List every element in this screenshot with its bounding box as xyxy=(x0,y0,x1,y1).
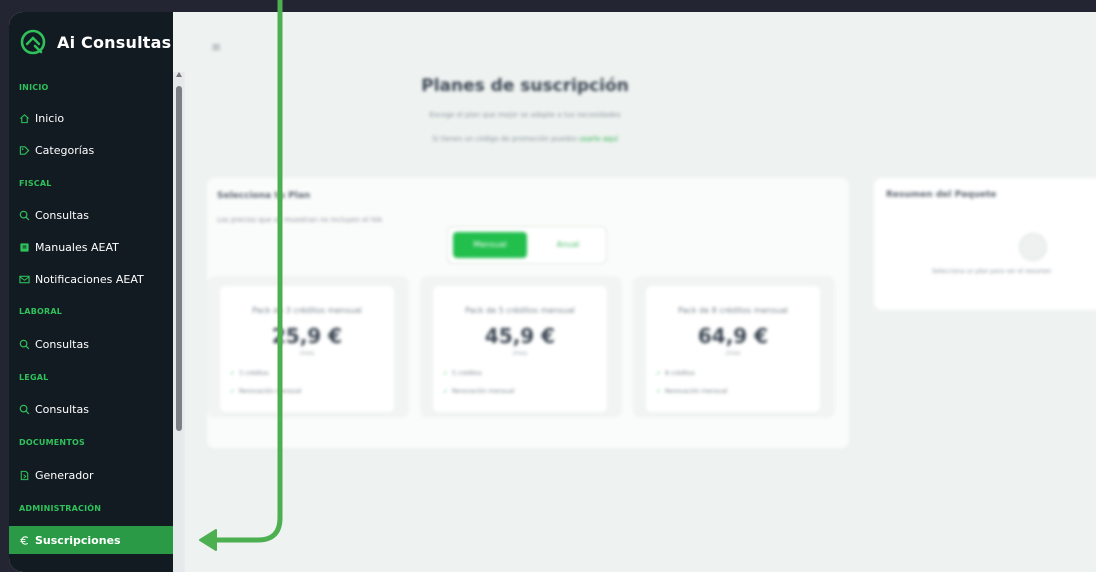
sidebar-item-legal-consultas[interactable]: Consultas xyxy=(19,400,89,418)
check-icon: ✓ xyxy=(656,370,662,377)
section-documentos: DOCUMENTOS xyxy=(19,438,85,447)
sidebar-item-label: Notificaciones AEAT xyxy=(35,272,144,286)
search-icon xyxy=(19,210,30,220)
billing-toggle: Mensual Anual xyxy=(447,226,607,264)
plan-period: /mes xyxy=(512,350,528,357)
app-window: Ai Consultas INICIO Inicio Categorías FI… xyxy=(9,12,1096,572)
sidebar-item-notificaciones-aeat[interactable]: Notificaciones AEAT xyxy=(19,270,144,288)
plan-card[interactable]: Pack de 3 créditos mensual 25,9 € /mes ✓… xyxy=(220,286,394,412)
sidebar-item-label: Consultas xyxy=(35,402,89,416)
check-icon: ✓ xyxy=(656,388,662,395)
app-name: Ai Consultas xyxy=(57,32,172,52)
plan-feature: ✓ Renovación mensual xyxy=(443,388,514,395)
book-icon xyxy=(20,242,29,252)
plan-period: /mes xyxy=(725,350,741,357)
euro-icon xyxy=(20,535,29,545)
plan-name: Pack de 8 créditos mensual xyxy=(678,306,788,315)
sidebar-item-manuales-aeat[interactable]: Manuales AEAT xyxy=(19,238,119,256)
section-administracion: ADMINISTRACIÓN xyxy=(19,504,102,513)
plan-period: /mes xyxy=(299,350,315,357)
sidebar-item-suscripciones[interactable]: Suscripciones xyxy=(9,526,173,554)
package-summary-card: Resumen del Paquete Selecciona un plan p… xyxy=(874,178,1096,310)
plan-feature: ✓ 5 créditos xyxy=(443,370,482,377)
sidebar-item-laboral-consultas[interactable]: Consultas xyxy=(19,335,89,353)
plan-feature: ✓ Renovación mensual xyxy=(230,388,301,395)
plan-feature-label: Renovación mensual xyxy=(452,388,515,395)
plan-feature: ✓ 3 créditos xyxy=(230,370,269,377)
sidebar-item-label: Categorías xyxy=(35,143,95,157)
page-title: Planes de suscripción xyxy=(421,76,629,96)
check-icon: ✓ xyxy=(230,370,236,377)
summary-empty-text: Selecciona un plan para ver el resumen xyxy=(932,268,1052,275)
section-legal: LEGAL xyxy=(19,373,49,382)
promo-link[interactable]: usarlo aquí xyxy=(579,135,618,143)
plan-card[interactable]: Pack de 5 créditos mensual 45,9 € /mes ✓… xyxy=(433,286,607,412)
plan-tile[interactable]: Pack de 5 créditos mensual 45,9 € /mes ✓… xyxy=(420,276,622,418)
sidebar-item-label: Generador xyxy=(35,468,94,482)
plan-price: 45,9 € xyxy=(484,324,556,348)
sidebar-item-inicio[interactable]: Inicio xyxy=(19,109,64,127)
plan-feature-label: 8 créditos xyxy=(665,370,695,377)
search-icon xyxy=(19,339,30,349)
sidebar-item-label: Suscripciones xyxy=(35,533,121,547)
plan-card[interactable]: Pack de 8 créditos mensual 64,9 € /mes ✓… xyxy=(646,286,820,412)
plan-feature: ✓ Renovación mensual xyxy=(656,388,727,395)
sidebar-item-generador[interactable]: Generador xyxy=(19,466,94,484)
empty-state-icon xyxy=(1019,233,1047,261)
plan-name: Pack de 3 créditos mensual xyxy=(252,306,362,315)
plan-feature-label: 5 créditos xyxy=(452,370,482,377)
section-inicio: INICIO xyxy=(19,83,49,92)
search-icon xyxy=(19,404,30,414)
check-icon: ✓ xyxy=(443,388,449,395)
sidebar-item-label: Consultas xyxy=(35,208,89,222)
mail-icon xyxy=(19,275,30,283)
page-subtitle: Escoge el plan que mejor se adapte a tus… xyxy=(429,111,621,119)
check-icon: ✓ xyxy=(443,370,449,377)
plan-feature-label: Renovación mensual xyxy=(665,388,728,395)
logo-icon xyxy=(20,29,46,55)
plan-price: 64,9 € xyxy=(697,324,769,348)
plan-selector-title: Selecciona tu Plan xyxy=(217,191,311,201)
sidebar-item-fiscal-consultas[interactable]: Consultas xyxy=(19,206,89,224)
sidebar-item-label: Inicio xyxy=(35,111,65,125)
plan-price: 25,9 € xyxy=(271,324,343,348)
sidebar-scrollbar[interactable] xyxy=(173,72,185,572)
promo-line: Si tienes un código de promoción puedes … xyxy=(185,135,865,143)
plan-selector-description: Los precios que se muestran no incluyen … xyxy=(217,216,383,224)
document-icon xyxy=(20,470,29,480)
check-icon: ✓ xyxy=(230,388,236,395)
tag-icon xyxy=(19,145,30,155)
section-laboral: LABORAL xyxy=(19,307,63,316)
menu-icon[interactable]: ≡ xyxy=(211,40,221,54)
promo-text: Si tienes un código de promoción puedes xyxy=(432,135,577,143)
billing-option-mensual[interactable]: Mensual xyxy=(453,232,527,258)
plan-feature-label: 3 créditos xyxy=(239,370,269,377)
billing-option-anual[interactable]: Anual xyxy=(538,232,598,258)
plan-selector-card: Selecciona tu Plan Los precios que se mu… xyxy=(207,178,849,448)
sidebar-item-label: Consultas xyxy=(35,337,89,351)
sidebar-item-categorias[interactable]: Categorías xyxy=(19,141,94,159)
sidebar: Ai Consultas INICIO Inicio Categorías FI… xyxy=(9,12,173,572)
plan-feature-label: Renovación mensual xyxy=(239,388,302,395)
summary-title: Resumen del Paquete xyxy=(886,190,997,200)
section-fiscal: FISCAL xyxy=(19,179,52,188)
scrollbar-thumb[interactable] xyxy=(176,86,182,431)
plan-feature: ✓ 8 créditos xyxy=(656,370,695,377)
plan-name: Pack de 5 créditos mensual xyxy=(465,306,575,315)
main-content: ≡ Planes de suscripción Escoge el plan q… xyxy=(185,12,1096,572)
scroll-up-arrow-icon[interactable] xyxy=(176,72,182,77)
plan-tile[interactable]: Pack de 8 créditos mensual 64,9 € /mes ✓… xyxy=(633,276,835,418)
plan-tile[interactable]: Pack de 3 créditos mensual 25,9 € /mes ✓… xyxy=(207,276,409,418)
home-icon xyxy=(20,113,29,123)
brand[interactable]: Ai Consultas xyxy=(19,26,171,58)
sidebar-item-label: Manuales AEAT xyxy=(35,240,119,254)
